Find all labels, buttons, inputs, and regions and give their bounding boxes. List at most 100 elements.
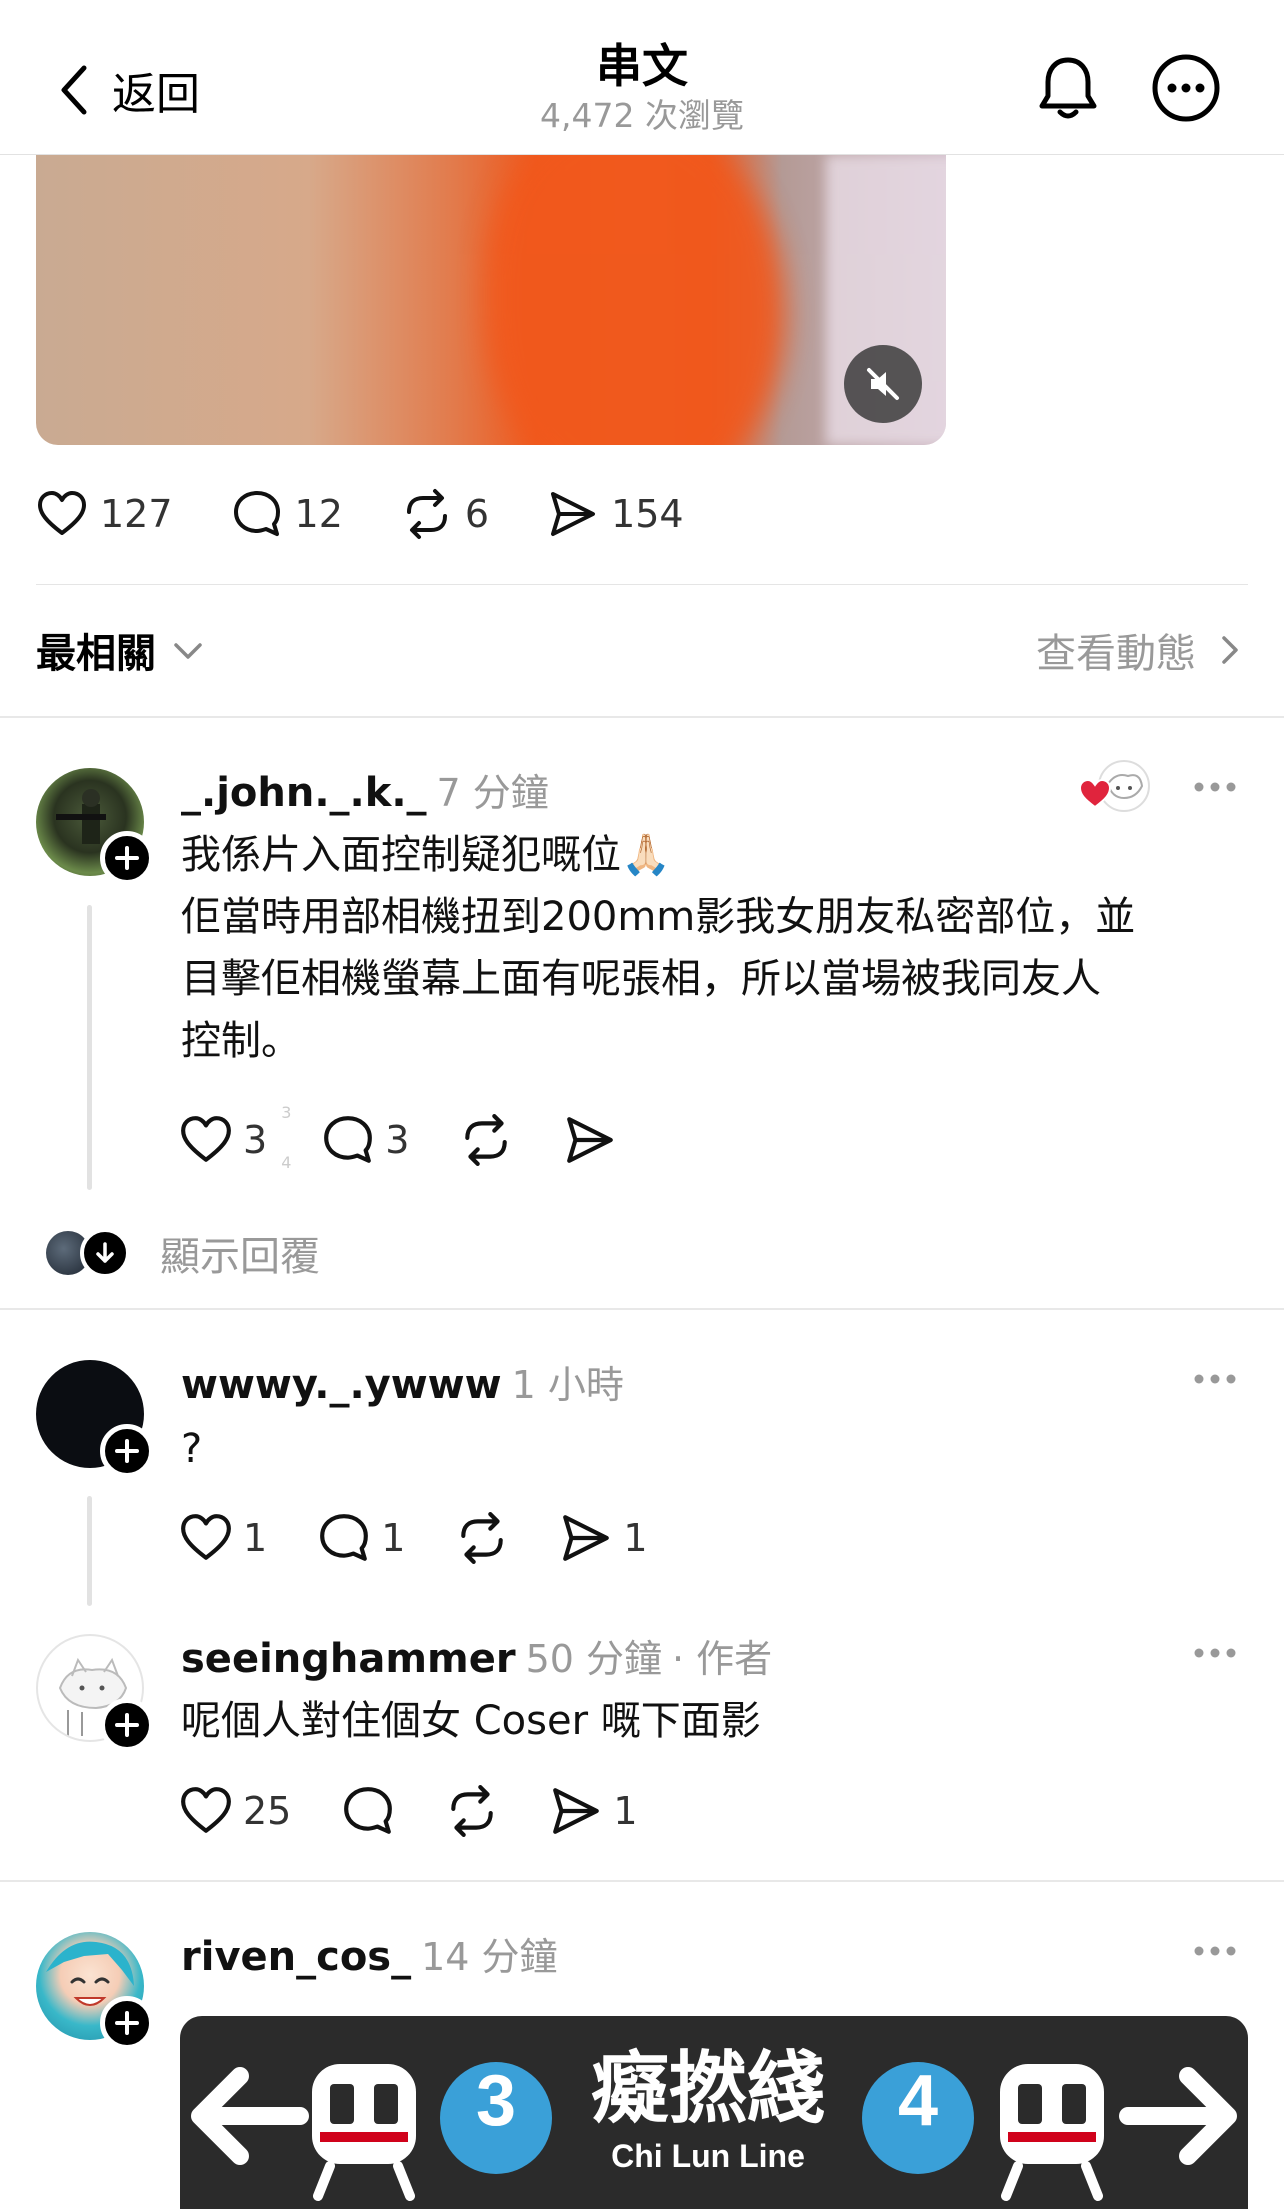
- comment-line: 呢個人對住個女 Coser 嘅下面影: [181, 1698, 761, 1744]
- more-dots-icon[interactable]: [1192, 1372, 1238, 1386]
- mute-button[interactable]: [844, 345, 922, 423]
- repost-icon: [461, 1512, 504, 1564]
- ticker-digit: 3: [281, 1103, 292, 1122]
- thread-line: [87, 905, 92, 1190]
- arrow-right-icon: [1119, 2067, 1237, 2165]
- divider: [0, 1880, 1284, 1882]
- follow-button[interactable]: [100, 1996, 154, 2050]
- line-name-zh: 癡撚綫: [590, 2044, 825, 2134]
- repost-button[interactable]: 6: [401, 488, 489, 540]
- follow-button[interactable]: [100, 1424, 154, 1478]
- sort-label: 最相關: [36, 631, 156, 677]
- follow-button[interactable]: [100, 1698, 154, 1752]
- plus-icon: [115, 1713, 139, 1737]
- reply-count: 3: [385, 1118, 410, 1162]
- heart-icon: [181, 1116, 231, 1162]
- comment-username[interactable]: seeinghammer 50 分鐘 · 作者: [181, 1628, 772, 1683]
- comment-text: 我係片入面控制疑犯嘅位🙏🏻 佢當時用部相機扭到200mm影我女朋友私密部位，並 …: [181, 824, 1241, 1072]
- username-text: riven_cos_: [181, 1934, 412, 1980]
- train-icon: [312, 2064, 416, 2201]
- comment-time: 7 分鐘: [436, 771, 549, 815]
- repost-button[interactable]: [455, 1511, 509, 1565]
- more-dots-icon[interactable]: [1192, 780, 1238, 794]
- divider: [0, 1308, 1284, 1310]
- train-icon: [1000, 2064, 1104, 2201]
- repost-count: 6: [464, 492, 490, 536]
- bell-icon[interactable]: [1030, 50, 1106, 126]
- like-count-ticker: 3 4: [271, 1103, 291, 1172]
- sort-dropdown[interactable]: 最相關: [36, 621, 208, 679]
- reply-count: 1: [381, 1516, 406, 1560]
- more-dots-icon[interactable]: [1192, 1646, 1238, 1660]
- like-button[interactable]: 127: [36, 488, 173, 540]
- comment-username[interactable]: wwwy._.ywww 1 小時: [181, 1354, 624, 1409]
- ticker-digit: 4: [281, 1153, 292, 1172]
- share-button[interactable]: 154: [547, 488, 684, 540]
- comment-bubble-icon: [233, 491, 280, 536]
- arrow-down-icon: [96, 1242, 114, 1263]
- divider: [0, 716, 1284, 718]
- heart-icon: [181, 1514, 231, 1560]
- expand-badge: [80, 1228, 130, 1278]
- follow-button[interactable]: [100, 831, 154, 885]
- comment-action-bar: 1 1 1: [179, 1511, 698, 1565]
- comment-line: 佢當時用部相機扭到200mm影我女朋友私密部位，並: [181, 894, 1136, 940]
- comment-line: 控制。: [181, 1018, 301, 1064]
- like-count: 3: [243, 1118, 268, 1162]
- reply-button[interactable]: 1: [317, 1511, 405, 1565]
- like-button[interactable]: 1: [179, 1511, 267, 1565]
- like-count: 25: [243, 1789, 292, 1833]
- comment-button[interactable]: 12: [231, 488, 343, 540]
- heart-filled-icon: [1078, 778, 1112, 809]
- send-icon: [563, 1515, 610, 1561]
- comment-text: ?: [181, 1418, 202, 1480]
- show-replies-button[interactable]: 顯示回覆: [46, 1224, 320, 1282]
- more-options-icon[interactable]: [1148, 50, 1224, 126]
- author-tag: · 作者: [672, 1637, 773, 1681]
- share-count: 1: [613, 1789, 638, 1833]
- comment-line: 我係片入面控制疑犯嘅位🙏🏻: [181, 832, 671, 878]
- plus-icon: [115, 2011, 139, 2035]
- share-button[interactable]: [563, 1113, 617, 1167]
- share-button[interactable]: 1: [549, 1784, 638, 1838]
- comment-count: 12: [294, 492, 343, 536]
- line-number-left: 3: [475, 2061, 517, 2141]
- comment-username[interactable]: riven_cos_ 14 分鐘: [181, 1926, 558, 1981]
- share-button[interactable]: 1: [559, 1511, 648, 1565]
- comment-image[interactable]: 3 4 癡撚綫 Chi Lun Line: [180, 2016, 1248, 2209]
- comment-bubble-icon: [320, 1514, 369, 1561]
- view-activity-link[interactable]: 查看動態: [1036, 621, 1248, 679]
- comment-time: 14 分鐘: [421, 1935, 558, 1979]
- username-text: seeinghammer: [181, 1636, 516, 1682]
- reply-button[interactable]: 3: [321, 1113, 409, 1167]
- repost-icon: [451, 1785, 494, 1837]
- like-button[interactable]: 3 3 4: [179, 1103, 291, 1172]
- comment-username[interactable]: _.john._.k._ 7 分鐘: [181, 762, 549, 817]
- comment-line: 目擊佢相機螢幕上面有呢張相，所以當場被我同友人: [181, 956, 1101, 1002]
- post-video[interactable]: [36, 155, 946, 445]
- thread-line: [87, 1496, 92, 1606]
- video-frame-shape: [486, 155, 786, 445]
- comment-action-bar: 3 3 4 3: [179, 1103, 667, 1172]
- share-count: 154: [611, 492, 684, 536]
- plus-icon: [115, 1439, 139, 1463]
- reply-button[interactable]: [341, 1784, 395, 1838]
- username-text: wwwy._.ywww: [181, 1362, 502, 1408]
- repost-button[interactable]: [459, 1113, 513, 1167]
- show-replies-label: 顯示回覆: [160, 1234, 320, 1280]
- repost-icon: [465, 1114, 508, 1166]
- plus-icon: [115, 846, 139, 870]
- more-dots-icon[interactable]: [1192, 1944, 1238, 1958]
- comment-line: ?: [181, 1426, 203, 1472]
- view-activity-label: 查看動態: [1036, 631, 1196, 677]
- like-count: 1: [243, 1516, 268, 1560]
- repost-button[interactable]: [445, 1784, 499, 1838]
- username-text: _.john._.k._: [181, 770, 427, 816]
- comment-text: 呢個人對住個女 Coser 嘅下面影: [181, 1690, 761, 1752]
- chevron-down-icon: [174, 643, 202, 659]
- like-button[interactable]: 25: [179, 1784, 291, 1838]
- sort-bar: 最相關 查看動態: [36, 620, 1248, 680]
- divider: [36, 584, 1248, 585]
- send-icon: [567, 1117, 614, 1163]
- comment-bubble-icon: [344, 1787, 393, 1834]
